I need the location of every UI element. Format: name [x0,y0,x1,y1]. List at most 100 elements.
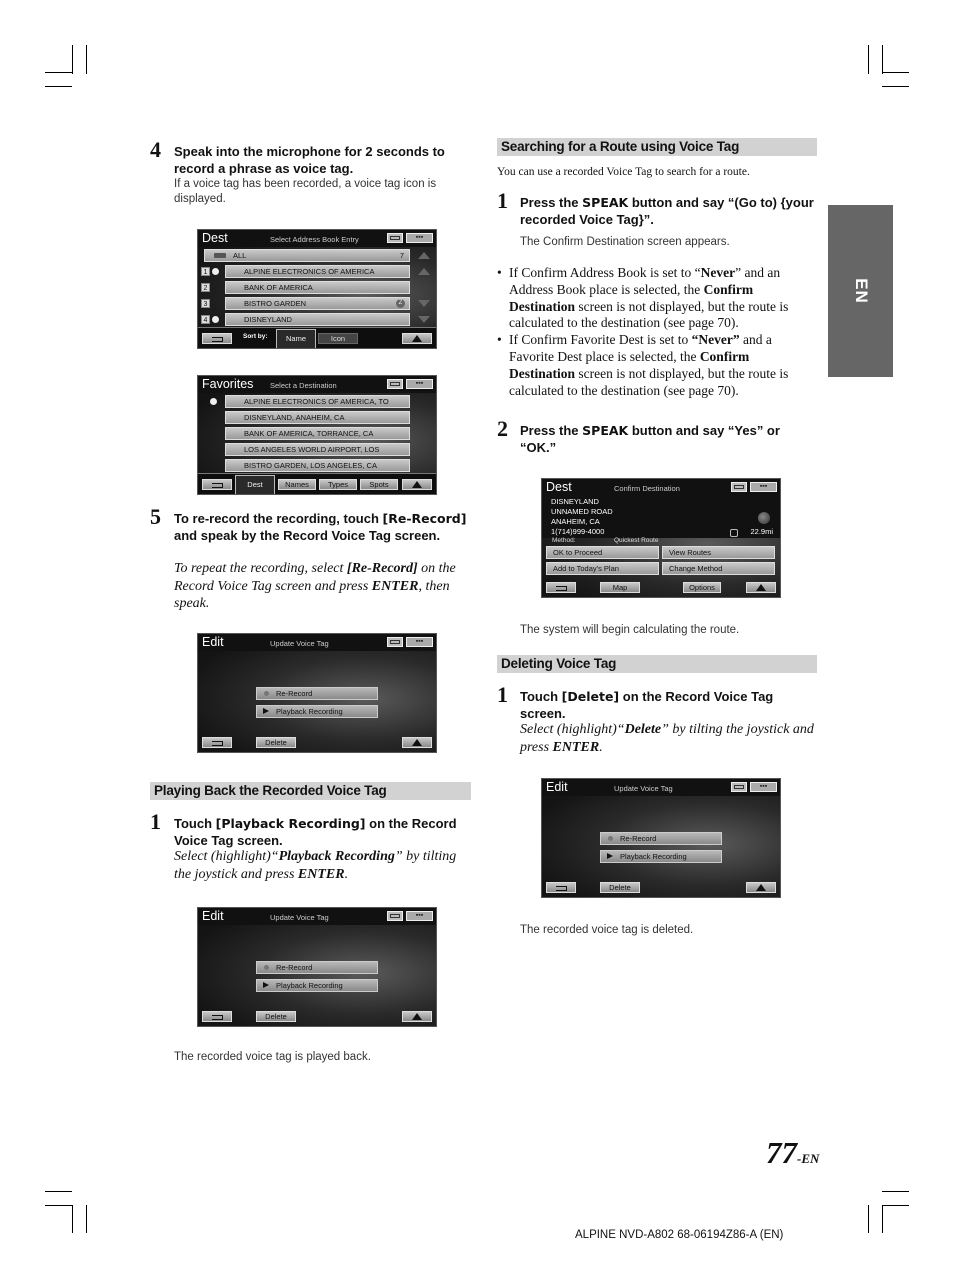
keypad-icon[interactable]: ▪▪▪ [406,233,433,243]
label: Playback Recording [276,707,343,716]
address-line: ANAHEIM, CA [551,517,600,526]
screen-title: Edit [546,780,568,794]
search-notes-list: If Confirm Address Book is set to “Never… [497,265,797,399]
sort-icon-button[interactable]: Icon [318,333,358,344]
screen-subtitle: Update Voice Tag [614,784,673,793]
delete-button[interactable]: Delete [256,1011,296,1022]
step-5-heading: To re-record the recording, touch [Re-Re… [174,510,470,544]
favorite-row[interactable]: LOS ANGELES WORLD AIRPORT, LOS [225,443,410,456]
favorite-row[interactable]: ALPINE ELECTRONICS OF AMERICA, TO [225,395,410,408]
tab-names[interactable]: Names [278,479,316,490]
map-up-button[interactable] [402,479,432,490]
screen-title: Dest [546,480,572,494]
all-count: 7 [399,251,404,260]
map-up-button[interactable] [402,737,432,748]
keypad-icon[interactable]: ▪▪▪ [750,782,777,792]
favorite-row[interactable]: BANK OF AMERICA, TORRANCE, CA [225,427,410,440]
text: To re-record the recording, touch [174,511,383,526]
all-entries-row[interactable]: ALL 7 [204,249,410,262]
ok-to-proceed-button[interactable]: OK to Proceed [546,546,659,559]
favorite-row[interactable]: DISNEYLAND, ANAHEIM, CA [225,411,410,424]
playback-step-number: 1 [150,809,161,834]
playback-button[interactable]: Playback Recording [256,705,378,718]
language-tab-label: EN [851,278,871,304]
change-method-button[interactable]: Change Method [662,562,775,575]
keyword: [Re-Record] [382,511,467,526]
options-button[interactable]: Options [683,582,721,593]
row-number: 3 [201,299,210,308]
re-record-button[interactable]: Re-Record [256,687,378,700]
keypad-icon[interactable]: ▪▪▪ [406,911,433,921]
keyword: ENTER [371,578,419,594]
scroll-down-icon[interactable] [418,300,430,307]
page-up-icon[interactable] [418,252,430,259]
keypad-icon[interactable]: ▪▪▪ [406,379,433,389]
back-button[interactable] [546,582,576,593]
label: Playback Recording [620,852,687,861]
playback-result: The recorded voice tag is played back. [174,1051,371,1063]
re-record-button[interactable]: Re-Record [256,961,378,974]
window-icon[interactable] [387,233,403,243]
back-button[interactable] [202,479,232,490]
keypad-icon[interactable]: ▪▪▪ [750,482,777,492]
list-item: If Confirm Address Book is set to “Never… [497,265,797,332]
label: Re-Record [276,689,313,698]
step-4-heading: Speak into the microphone for 2 seconds … [174,144,445,176]
keypad-icon[interactable]: ▪▪▪ [406,637,433,647]
back-button[interactable] [202,333,232,344]
window-icon[interactable] [731,782,747,792]
screen-update-voice-tag: Edit Update Voice Tag ▪▪▪ Re-Record Play… [197,907,437,1027]
address-row[interactable]: ALPINE ELECTRONICS OF AMERICA [225,265,410,278]
sort-by-label: Sort by: [243,333,268,340]
distance-value: 22.9mi [750,527,773,536]
step-4-note: If a voice tag has been recorded, a voic… [174,178,437,205]
back-button[interactable] [202,1011,232,1022]
phone-number: 1(714)999-4000 [551,527,605,536]
page-number: 77-EN [766,1136,819,1176]
map-up-button[interactable] [746,882,776,893]
keyword: Never [700,265,736,280]
screen-title: Edit [202,909,224,923]
sort-name-button[interactable]: Name [276,329,316,348]
playback-button[interactable]: Playback Recording [256,979,378,992]
text: If Confirm Favorite Dest is set to [509,332,692,348]
map-up-button[interactable] [402,333,432,344]
map-up-button[interactable] [402,1011,432,1022]
search-step-2-heading: Press the SPEAK button and say “Yes” or … [520,422,810,456]
row-number: 1 [201,267,210,276]
page-down-icon[interactable] [418,316,430,323]
delete-button[interactable]: Delete [600,882,640,893]
tab-types[interactable]: Types [319,479,357,490]
step-5-number: 5 [150,504,161,529]
add-to-todays-plan-button[interactable]: Add to Today's Plan [546,562,659,575]
address-row[interactable]: DISNEYLAND [225,313,410,326]
keyword: [Playback Recording] [215,816,366,831]
favorite-row[interactable]: BISTRO GARDEN, LOS ANGELES, CA [225,459,410,472]
window-icon[interactable] [731,482,747,492]
map-up-button[interactable] [746,582,776,593]
record-icon [608,836,613,841]
tab-spots[interactable]: Spots [360,479,398,490]
address-row[interactable]: BISTRO GARDEN Z [225,297,410,310]
text: Touch [520,689,562,704]
window-icon[interactable] [387,911,403,921]
row-number: 4 [201,315,210,324]
scroll-up-icon[interactable] [418,268,430,275]
playback-button[interactable]: Playback Recording [600,850,722,863]
back-button[interactable] [546,882,576,893]
search-step-2-number: 2 [497,416,508,441]
keyword: “Never” [691,332,740,348]
keyword: SPEAK [582,423,629,438]
label: Playback Recording [276,981,343,990]
delete-button[interactable]: Delete [256,737,296,748]
language-tab: EN [828,205,893,377]
address-row[interactable]: BANK OF AMERICA [225,281,410,294]
back-button[interactable] [202,737,232,748]
tab-dest[interactable]: Dest [235,475,275,494]
re-record-button[interactable]: Re-Record [600,832,722,845]
window-icon[interactable] [387,637,403,647]
window-icon[interactable] [387,379,403,389]
compass-icon [758,512,770,524]
map-button[interactable]: Map [600,582,640,593]
view-routes-button[interactable]: View Routes [662,546,775,559]
